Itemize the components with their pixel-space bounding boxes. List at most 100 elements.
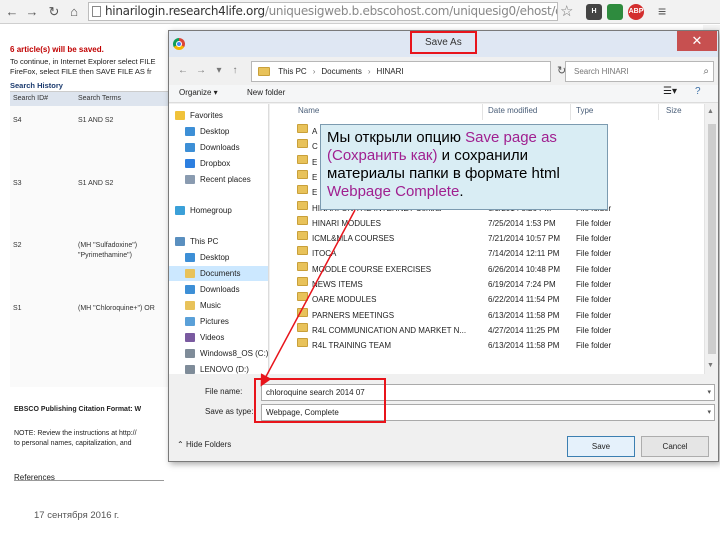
file-row[interactable]: R4L COMMUNICATION AND MARKET N... 4/27/20… — [270, 322, 702, 338]
sidebar-item-videos[interactable]: Videos — [169, 330, 268, 345]
search-icon[interactable]: ⌕ — [703, 62, 709, 81]
back-arrow-icon[interactable]: ← — [175, 63, 191, 79]
column-divider[interactable] — [570, 104, 571, 120]
sidebar-item-favorites[interactable]: Favorites — [169, 108, 268, 123]
file-row[interactable]: R4L TRAINING TEAM 6/13/2014 11:58 PM File … — [270, 338, 702, 353]
sidebar-item-homegroup[interactable]: Homegroup — [169, 203, 268, 218]
file-row[interactable]: ITOCA 7/14/2014 12:11 PM File folder — [270, 246, 702, 261]
save-warning: 6 article(s) will be saved. — [10, 45, 104, 54]
chevron-down-icon[interactable]: ▾ — [707, 405, 711, 420]
desktop-icon — [185, 253, 195, 263]
row-id: S1 — [13, 305, 22, 312]
row-terms[interactable]: S1 AND S2 — [78, 117, 113, 124]
adblock-icon[interactable]: ABP — [628, 4, 644, 20]
folder-icon — [297, 246, 308, 256]
file-date: 6/26/2014 10:48 PM — [488, 264, 561, 274]
sidebar-item-recent-places[interactable]: Recent places — [169, 172, 268, 187]
home-icon[interactable]: ⌂ — [66, 4, 82, 20]
hide-folders-button[interactable]: ⌃ Hide Folders — [177, 440, 231, 449]
note-line-2: to personal names, capitalization, and — [14, 440, 132, 447]
documents-icon — [185, 269, 195, 279]
save-button[interactable]: Save — [567, 436, 635, 457]
recent-dropdown-icon[interactable]: ▾ — [211, 63, 227, 79]
column-divider[interactable] — [482, 104, 483, 120]
folder-icon — [297, 322, 308, 332]
file-row[interactable]: HINARI MODULES 7/25/2014 1:53 PM File fold… — [270, 215, 702, 231]
sidebar-item-music[interactable]: Music — [169, 298, 268, 313]
column-size[interactable]: Size — [666, 106, 682, 115]
folder-icon — [297, 261, 308, 271]
forward-arrow-icon[interactable]: → — [24, 4, 40, 20]
scroll-thumb[interactable] — [708, 124, 716, 354]
extension-h-icon[interactable]: H — [586, 4, 602, 20]
sidebar-item-desktop[interactable]: Desktop — [169, 250, 268, 265]
folder-icon — [297, 215, 308, 225]
column-date[interactable]: Date modified — [488, 106, 537, 115]
column-divider[interactable] — [658, 104, 659, 120]
bookmark-star-icon[interactable]: ☆ — [560, 3, 573, 20]
scroll-down-icon[interactable]: ▼ — [707, 362, 714, 369]
breadcrumb-item[interactable]: This PC — [278, 62, 306, 81]
row-id: S2 — [13, 242, 22, 249]
breadcrumb-item[interactable]: HINARI — [377, 62, 404, 81]
sidebar-item-pictures[interactable]: Pictures — [169, 314, 268, 329]
forward-arrow-icon[interactable]: → — [193, 63, 209, 79]
sidebar-item-documents[interactable]: Documents — [169, 266, 268, 281]
file-row[interactable]: ICML&MLA COURSES 7/21/2014 10:57 PM File f… — [270, 231, 702, 246]
column-name[interactable]: Name — [298, 106, 319, 115]
new-folder-button[interactable]: New folder — [247, 88, 285, 97]
search-history-table: Search ID# Search Terms S4 S1 AND S2 S3 … — [10, 91, 168, 387]
menu-icon[interactable]: ≡ — [658, 3, 666, 20]
back-arrow-icon[interactable]: ← — [4, 4, 20, 20]
organize-button[interactable]: Organize ▾ — [179, 88, 218, 97]
column-type[interactable]: Type — [576, 106, 593, 115]
search-input[interactable]: Search HINARI ⌕ — [565, 61, 714, 82]
scroll-up-icon[interactable]: ▲ — [707, 108, 714, 115]
address-bar[interactable]: hinarilogin.research4life.org/uniquesigw… — [88, 2, 558, 21]
row-terms[interactable]: S1 AND S2 — [78, 180, 113, 187]
vertical-scrollbar[interactable]: ▲ ▼ — [704, 104, 718, 374]
instruction-line: To continue, in Internet Explorer select… — [10, 57, 156, 66]
row-id: S4 — [13, 117, 22, 124]
sidebar-item-this-pc[interactable]: This PC — [169, 234, 268, 249]
file-type: File folder — [576, 218, 612, 228]
callout-highlight: Webpage Complete — [327, 183, 460, 200]
folder-icon — [297, 277, 308, 286]
sidebar-item-lenovo-d-[interactable]: LENOVO (D:) — [169, 362, 268, 374]
file-row[interactable]: NEWS ITEMS 6/19/2014 7:24 PM File folder — [270, 277, 702, 292]
sidebar-item-dropbox[interactable]: Dropbox — [169, 156, 268, 171]
file-date: 4/27/2014 11:25 PM — [488, 325, 560, 335]
sidebar-item-downloads[interactable]: Downloads — [169, 282, 268, 297]
file-name-label: File name: — [205, 387, 243, 396]
videos-icon — [185, 333, 195, 343]
reload-icon[interactable]: ↻ — [46, 4, 62, 20]
close-icon[interactable]: ✕ — [677, 31, 717, 51]
breadcrumb[interactable]: This PC › Documents › HINARI — [251, 61, 551, 82]
file-name: E — [312, 157, 318, 167]
chevron-down-icon[interactable]: ▾ — [707, 385, 711, 400]
extension-green-icon[interactable] — [607, 4, 623, 20]
sidebar-item-label: Desktop — [200, 253, 230, 262]
row-terms[interactable]: (MH "Chloroquine+") OR — [78, 305, 155, 312]
sidebar-item-label: Dropbox — [200, 159, 231, 168]
sidebar-item-label: Recent places — [200, 175, 251, 184]
sidebar-item-downloads[interactable]: Downloads — [169, 140, 268, 155]
row-terms[interactable]: (MH "Sulfadoxine") — [78, 242, 137, 249]
cancel-button[interactable]: Cancel — [641, 436, 709, 457]
breadcrumb-item[interactable]: Documents — [321, 62, 361, 81]
folder-icon — [297, 139, 308, 149]
file-row[interactable]: OARE MODULES 6/22/2014 11:54 PM File folde… — [270, 292, 702, 307]
view-options-icon[interactable]: ☰▾ — [663, 86, 677, 97]
up-arrow-icon[interactable]: ↑ — [227, 63, 243, 79]
file-name: R4L COMMUNICATION AND MARKET N... — [312, 325, 467, 335]
chevron-right-icon: › — [367, 67, 371, 76]
file-name: ICML&MLA COURSES — [312, 234, 395, 244]
help-icon[interactable]: ? — [695, 86, 701, 97]
sidebar-item-label: Documents — [200, 269, 241, 278]
folder-icon — [297, 169, 308, 179]
file-row[interactable]: MOODLE COURSE EXERCISES 6/26/2014 10:48 P… — [270, 261, 702, 277]
sidebar-item-desktop[interactable]: Desktop — [169, 124, 268, 139]
sidebar-item-label: Downloads — [200, 285, 240, 294]
file-row[interactable]: PARNERS MEETINGS 6/13/2014 11:58 PM File f… — [270, 307, 702, 323]
sidebar-item-windows8-os-c-[interactable]: Windows8_OS (C:) — [169, 346, 268, 361]
